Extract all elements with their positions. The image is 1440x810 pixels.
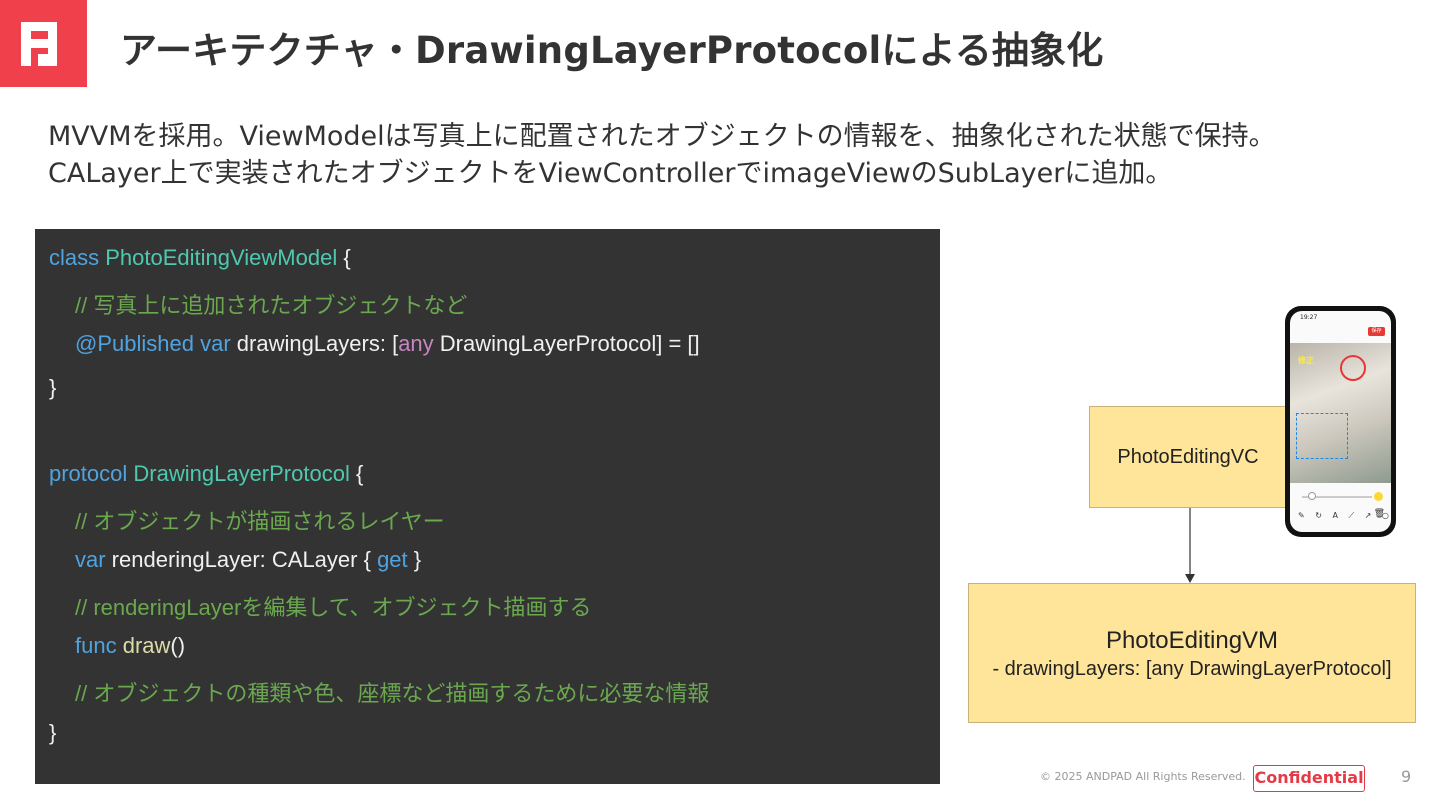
code-line-6: // オブジェクトが描画されるレイヤー (75, 509, 445, 534)
drawing-tools: ✎ ↻ A ⟋ ↗ ○ □ (1298, 511, 1391, 520)
description-line-1: MVVMを採用。ViewModelは写真上に配置されたオブジェクトの情報を、抽象… (48, 121, 1276, 152)
view-controller-label: PhotoEditingVC (1117, 445, 1259, 468)
code-line-3: @Published var drawingLayers: [any Drawi… (75, 331, 700, 357)
code-text: { (349, 461, 364, 486)
keyword: var (75, 547, 106, 572)
keyword: get (377, 547, 408, 572)
page-number: 9 (1401, 767, 1412, 786)
arrow-down-icon (1185, 508, 1195, 583)
phone-photo: 修正 🗑 (1290, 343, 1391, 519)
phone-time: 19:27 (1300, 314, 1318, 321)
attribute: @Published (75, 331, 194, 356)
code-text: () (170, 633, 186, 658)
code-line-9: func draw() (75, 633, 185, 659)
code-line-1: class PhotoEditingViewModel { (49, 245, 351, 271)
description-line-2: CALayer上で実装されたオブジェクトをViewControllerでimag… (48, 158, 1173, 189)
keyword: func (75, 633, 117, 658)
phone-screen: 19:27 保存 修正 🗑 ✎ ↻ A ⟋ ↗ ○ □ (1290, 311, 1391, 532)
brand-logo (0, 0, 87, 87)
code-text: } (407, 547, 422, 572)
phone-screenshot: 19:27 保存 修正 🗑 ✎ ↻ A ⟋ ↗ ○ □ (1285, 306, 1396, 537)
slider-knob (1308, 492, 1316, 500)
function-name: draw (122, 633, 171, 658)
code-line-7: var renderingLayer: CALayer { get } (75, 547, 421, 573)
code-text: drawingLayers: [ (230, 331, 399, 356)
code-text: DrawingLayerProtocol] = [] (433, 331, 700, 356)
description: MVVMを採用。ViewModelは写真上に配置されたオブジェクトの情報を、抽象… (48, 118, 1276, 192)
circle-annotation-icon (1340, 355, 1366, 381)
keyword: var (200, 331, 231, 356)
color-picker-icon (1374, 492, 1383, 501)
selection-box (1296, 413, 1348, 459)
keyword: protocol (49, 461, 128, 486)
code-text: renderingLayer: CALayer { (105, 547, 378, 572)
view-model-label: PhotoEditingVM (1105, 627, 1279, 654)
code-line-10: // オブジェクトの種類や色、座標など描画するために必要な情報 (75, 681, 710, 706)
keyword: class (49, 245, 100, 270)
code-line-4: } (49, 375, 57, 400)
annotation-label: 修正 (1298, 356, 1314, 365)
code-line-2: // 写真上に追加されたオブジェクトなど (75, 293, 468, 318)
page-title: アーキテクチャ・DrawingLayerProtocolによる抽象化 (120, 29, 1104, 72)
code-line-11: } (49, 720, 57, 745)
type-name: PhotoEditingViewModel (105, 245, 338, 270)
code-line-5: protocol DrawingLayerProtocol { (49, 461, 363, 487)
code-text: { (337, 245, 351, 270)
type-name: DrawingLayerProtocol (133, 461, 350, 486)
view-model-box: PhotoEditingVM - drawingLayers: [any Dra… (968, 583, 1416, 723)
code-block: class PhotoEditingViewModel { // 写真上に追加さ… (35, 229, 940, 784)
andpad-logo-icon (21, 22, 57, 66)
view-controller-box: PhotoEditingVC (1089, 406, 1287, 508)
keyword: any (398, 331, 434, 356)
copyright: © 2025 ANDPAD All Rights Reserved. (1040, 770, 1246, 783)
phone-save-button: 保存 (1368, 327, 1385, 336)
code-line-8: // renderingLayerを編集して、オブジェクト描画する (75, 595, 592, 620)
view-model-property: - drawingLayers: [any DrawingLayerProtoc… (992, 658, 1392, 680)
confidential-badge: Confidential (1253, 765, 1365, 792)
